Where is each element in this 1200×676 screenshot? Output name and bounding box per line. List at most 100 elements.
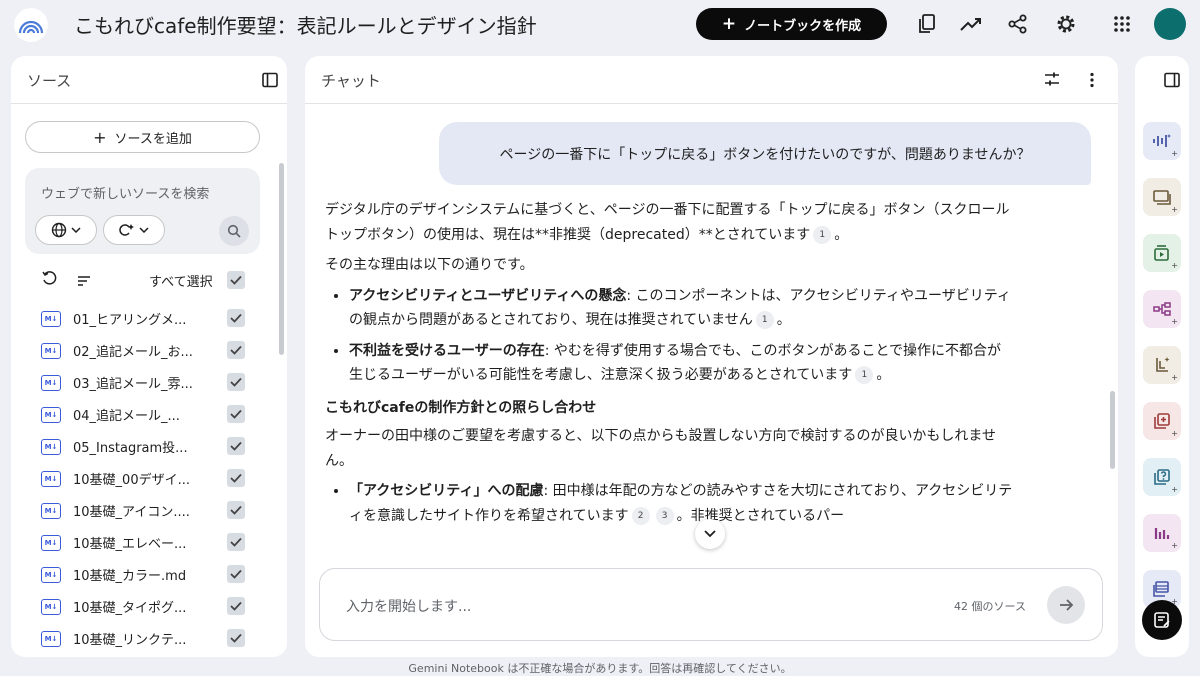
send-button[interactable] (1047, 586, 1085, 624)
source-item[interactable]: M↓ 10基礎_00デザイ... (39, 466, 259, 498)
plus-icon: + (93, 127, 107, 147)
create-notebook-button[interactable]: + ノートブックを作成 (696, 8, 887, 40)
studio-panel: + + + + + + + + + (1135, 56, 1189, 657)
expand-studio-icon[interactable] (1164, 72, 1180, 92)
source-item[interactable]: M↓ 10基礎_アイコン.... (39, 498, 259, 530)
mind-map-button[interactable]: + (1143, 290, 1181, 328)
video-icon (1154, 245, 1169, 261)
report-icon (1156, 357, 1170, 372)
scroll-to-bottom-button[interactable] (695, 519, 725, 549)
source-item[interactable]: M↓ 02_追記メール_お... (39, 338, 259, 370)
source-item[interactable]: M↓ 10基礎_リンクテ... (39, 626, 259, 657)
source-name[interactable]: 05_Instagram投... (73, 437, 188, 456)
markdown-file-icon: M↓ (41, 311, 61, 327)
source-checkbox[interactable] (227, 437, 245, 455)
app-logo-icon[interactable] (14, 8, 48, 42)
audio-overview-button[interactable]: + (1143, 122, 1181, 160)
citation-badge[interactable]: 1 (755, 311, 774, 329)
share-icon[interactable] (1006, 12, 1030, 36)
source-item[interactable]: M↓ 01_ヒアリングメ... (39, 306, 259, 338)
source-name[interactable]: 10基礎_アイコン.... (73, 501, 190, 520)
search-submit-button[interactable] (219, 216, 249, 246)
copy-icon[interactable] (915, 12, 939, 36)
response-text: 。 (776, 312, 791, 328)
source-checkbox[interactable] (227, 501, 245, 519)
source-name[interactable]: 10基礎_00デザイ... (73, 469, 190, 488)
source-item[interactable]: M↓ 10基礎_カラー.md (39, 562, 259, 594)
chat-input[interactable]: 入力を開始します... (346, 596, 471, 616)
video-overview-button[interactable]: + (1143, 234, 1181, 272)
quiz-button[interactable]: + (1143, 458, 1181, 496)
source-checkbox[interactable] (227, 373, 245, 391)
source-item[interactable]: M↓ 04_追記メール_... (39, 402, 259, 434)
source-checkbox[interactable] (227, 629, 245, 647)
sources-scrollbar[interactable] (279, 163, 284, 355)
user-message: ページの一番下に「トップに戻る」ボタンを付けたいのですが、問題ありませんか？ (439, 122, 1091, 185)
research-mode-dropdown[interactable] (103, 215, 165, 245)
source-checkbox[interactable] (227, 597, 245, 615)
source-name[interactable]: 02_追記メール_お... (73, 341, 193, 360)
source-checkbox[interactable] (227, 533, 245, 551)
response-bullet: アクセシビリティとユーザビリティへの懸念: このコンポーネントは、アクセシビリテ… (349, 284, 1015, 333)
source-item[interactable]: M↓ 03_追記メール_雰... (39, 370, 259, 402)
source-name[interactable]: 03_追記メール_雰... (73, 373, 193, 392)
check-icon (230, 473, 242, 483)
source-name[interactable]: 10基礎_エレベー... (73, 533, 186, 552)
undo-icon[interactable] (41, 270, 57, 290)
source-name[interactable]: 10基礎_リンクテ... (73, 629, 186, 648)
user-avatar[interactable] (1154, 8, 1186, 40)
add-source-button[interactable]: + ソースを追加 (25, 121, 260, 153)
source-name[interactable]: 01_ヒアリングメ... (73, 309, 186, 328)
plus-icon: + (1171, 317, 1178, 326)
markdown-file-icon: M↓ (41, 631, 61, 647)
chat-input-box: 入力を開始します... 42 個のソース (319, 568, 1103, 641)
reports-button[interactable]: + (1143, 346, 1181, 384)
citation-badge[interactable]: 1 (855, 366, 874, 384)
source-name[interactable]: 10基礎_タイポグ... (73, 597, 186, 616)
plus-icon: + (1171, 373, 1178, 382)
globe-icon (51, 222, 67, 238)
check-icon (230, 601, 242, 611)
source-checkbox[interactable] (227, 469, 245, 487)
source-item[interactable]: M↓ 05_Instagram投... (39, 434, 259, 466)
arrow-right-icon (1060, 599, 1074, 611)
notebook-title[interactable]: こもれびcafe制作要望：表記ルールとデザイン指針 (74, 10, 537, 39)
more-vert-icon[interactable] (1090, 72, 1094, 92)
response-text: 。 (876, 367, 891, 383)
chat-scrollbar[interactable] (1110, 391, 1115, 469)
markdown-file-icon: M↓ (41, 599, 61, 615)
tune-icon[interactable] (1044, 71, 1060, 91)
web-search-input[interactable]: ウェブで新しいソースを検索 (41, 183, 209, 202)
source-item[interactable]: M↓ 10基礎_タイポグ... (39, 594, 259, 626)
source-checkbox[interactable] (227, 341, 245, 359)
check-icon (230, 505, 242, 515)
web-source-type-dropdown[interactable] (35, 215, 97, 245)
source-checkbox[interactable] (227, 565, 245, 583)
source-checkbox[interactable] (227, 309, 245, 327)
check-icon (230, 275, 242, 285)
chat-panel-title: チャット (321, 72, 381, 90)
collapse-panel-icon[interactable] (262, 72, 278, 92)
sort-icon[interactable] (77, 272, 91, 291)
source-checkbox[interactable] (227, 405, 245, 423)
plus-icon: + (1171, 261, 1178, 270)
apps-grid-icon[interactable] (1110, 12, 1134, 36)
check-icon (230, 569, 242, 579)
citation-badge[interactable]: 2 (631, 506, 650, 525)
slides-button[interactable]: + (1143, 178, 1181, 216)
source-name[interactable]: 10基礎_カラー.md (73, 565, 186, 584)
flashcards-button[interactable]: + (1143, 402, 1181, 440)
select-all-checkbox[interactable] (227, 271, 245, 289)
sources-panel-title: ソース (27, 72, 72, 90)
plus-icon: + (1171, 149, 1178, 158)
source-name[interactable]: 04_追記メール_... (73, 405, 180, 424)
settings-gear-icon[interactable] (1054, 12, 1078, 36)
source-item[interactable]: M↓ 10基礎_エレベー... (39, 530, 259, 562)
chat-panel-header: チャット (305, 56, 1118, 104)
citation-badge[interactable]: 1 (813, 225, 832, 244)
chat-panel: チャット ページの一番下に「トップに戻る」ボタンを付けたいのですが、問題ありませ… (305, 56, 1118, 657)
infographic-button[interactable]: + (1143, 514, 1181, 552)
add-note-button[interactable] (1142, 600, 1182, 640)
analytics-icon[interactable] (959, 12, 983, 36)
citation-badge[interactable]: 3 (655, 506, 674, 525)
